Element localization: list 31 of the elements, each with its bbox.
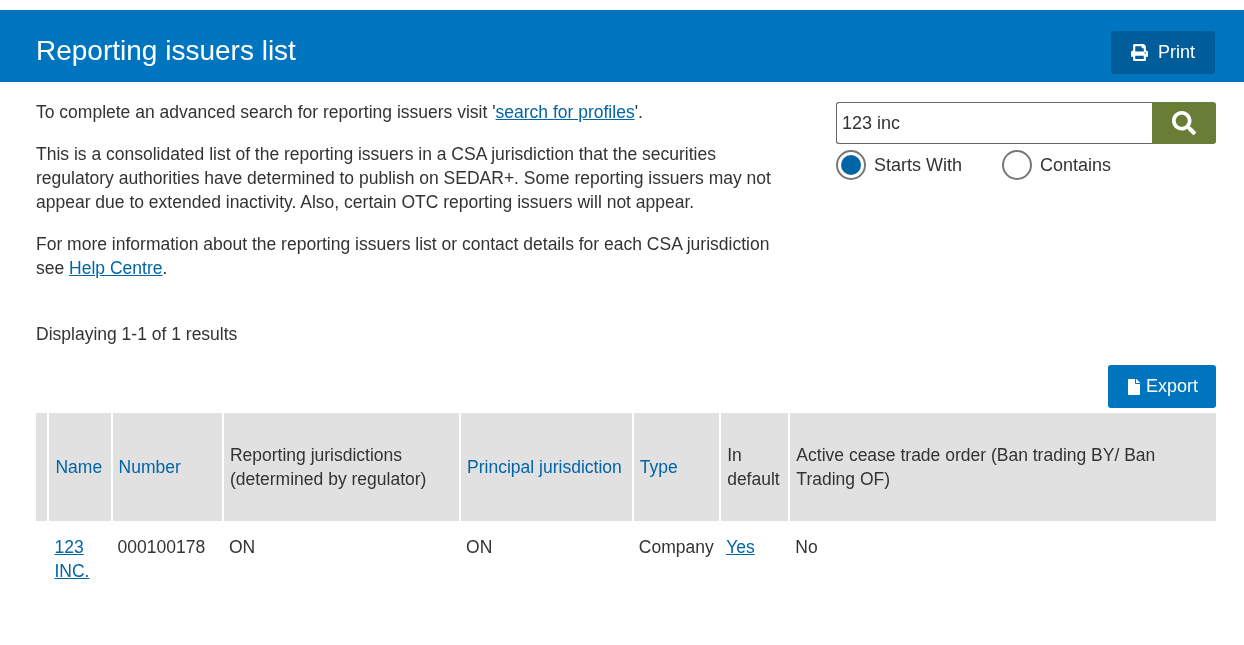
table-cell: No	[795, 537, 818, 557]
column-header[interactable]: Name	[48, 413, 112, 521]
search-button[interactable]	[1152, 102, 1216, 144]
text-link[interactable]: Help Centre	[69, 258, 163, 278]
radio-button[interactable]	[1002, 150, 1032, 180]
table-cell: 000100178	[117, 537, 206, 557]
search-field[interactable]: 123 inc	[836, 102, 1152, 144]
printer-icon	[1131, 44, 1148, 61]
column-header: Reporting jurisdictions (determined by regulator)	[222, 413, 461, 521]
column-header[interactable]: Principal jurisdiction	[460, 413, 633, 521]
table-cell: ON	[466, 537, 493, 557]
export-button[interactable]: Export	[1107, 365, 1216, 408]
column-header: Active cease trade order (Ban trading BY/ Ban Trading OF)	[789, 413, 1216, 521]
results-count: Displaying 1-1 of 1 results	[36, 324, 239, 345]
radio-label: Contains	[1040, 154, 1112, 176]
radio-button[interactable]	[836, 150, 866, 180]
table-cell: Company	[638, 537, 714, 557]
print-button[interactable]: Print	[1111, 31, 1215, 74]
table-cell: ON	[228, 537, 256, 557]
radio-label: Starts With	[874, 154, 962, 176]
intro-paragraph: For more information about the reporting issuers list or contact details for each CSA jurisdiction see Help Centre.	[36, 233, 771, 280]
cell-link[interactable]: Yes	[726, 535, 784, 559]
column-header[interactable]: Type	[632, 413, 721, 521]
cell-link[interactable]: 123 INC.	[54, 535, 106, 583]
file-icon	[1125, 378, 1142, 395]
intro-paragraph: This is a consolidated list of the reporting issuers in a CSA jurisdiction that the securities regulatory authorities have determined to publish on SEDAR+. Some reporting issuers may not appear due to extended inactivity. Also, certain OTC reporting issuers will not appear.	[36, 143, 772, 214]
intro-paragraph: To complete an advanced search for reporting issuers visit 'search for profiles'.	[36, 101, 644, 124]
column-header: In default	[720, 413, 790, 521]
search-icon	[1172, 111, 1196, 135]
page-title: Reporting issuers list	[36, 35, 296, 67]
column-header[interactable]: Number	[111, 413, 223, 521]
